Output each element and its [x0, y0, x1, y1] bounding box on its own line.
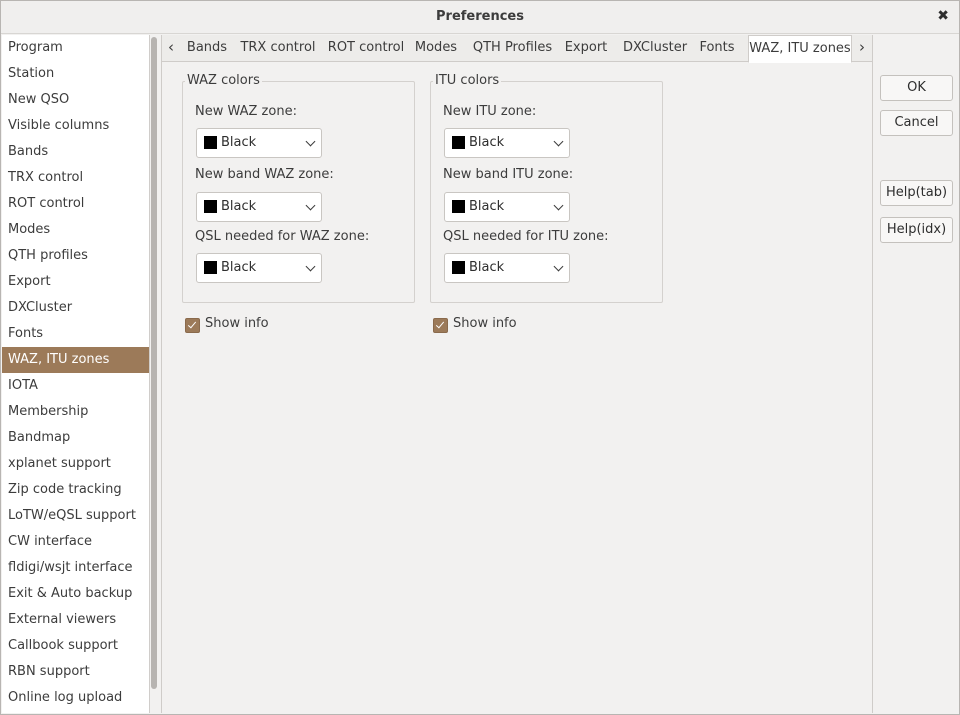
- waz-new-zone-value: Black: [221, 135, 257, 150]
- sidebar-item[interactable]: Program: [2, 35, 149, 61]
- color-swatch: [204, 200, 217, 213]
- sidebar-item[interactable]: CW interface: [2, 529, 149, 555]
- sidebar-scrollbar[interactable]: [151, 37, 157, 689]
- itu-new-zone-label: New ITU zone:: [443, 104, 537, 119]
- waz-qsl-select[interactable]: Black: [196, 253, 322, 283]
- itu-show-info-checkbox[interactable]: [433, 318, 448, 333]
- sidebar-item[interactable]: RBN support: [2, 659, 149, 685]
- sidebar-item[interactable]: ROT control: [2, 191, 149, 217]
- color-swatch: [452, 261, 465, 274]
- sidebar-item[interactable]: Callbook support: [2, 633, 149, 659]
- tab-bar: ‹ Bands TRX control ROT control Modes QTH Pr…: [162, 35, 872, 63]
- content-panel: ‹ Bands TRX control ROT control Modes QTH Pr…: [161, 35, 873, 713]
- sidebar-item[interactable]: Fonts: [2, 321, 149, 347]
- itu-new-zone-select[interactable]: Black: [444, 128, 570, 158]
- waz-qsl-value: Black: [221, 260, 257, 275]
- sidebar-item[interactable]: Bands: [2, 139, 149, 165]
- waz-show-info-checkbox[interactable]: [185, 318, 200, 333]
- check-icon: [435, 319, 445, 329]
- tab-scroll-right-icon[interactable]: ›: [859, 38, 865, 56]
- tab-dxcluster[interactable]: DXCluster: [621, 35, 689, 61]
- itu-new-band-value: Black: [469, 199, 505, 214]
- tab-scroll-left-icon[interactable]: ‹: [168, 38, 174, 56]
- waz-qsl-label: QSL needed for WAZ zone:: [195, 229, 370, 244]
- ok-button[interactable]: OK: [880, 75, 953, 101]
- chevron-down-icon: [305, 200, 316, 211]
- waz-show-info-label: Show info: [205, 316, 269, 331]
- itu-qsl-select[interactable]: Black: [444, 253, 570, 283]
- sidebar-item[interactable]: Export: [2, 269, 149, 295]
- sidebar-item[interactable]: Station: [2, 61, 149, 87]
- sidebar-item[interactable]: WAZ, ITU zones: [2, 347, 149, 373]
- waz-new-band-label: New band WAZ zone:: [195, 167, 334, 182]
- itu-qsl-label: QSL needed for ITU zone:: [443, 229, 609, 244]
- help-idx-button[interactable]: Help(idx): [880, 217, 953, 243]
- sidebar-item[interactable]: TRX control: [2, 165, 149, 191]
- sidebar: Program Station New QSO Visible columns Band…: [2, 35, 150, 713]
- sidebar-item[interactable]: Zip code tracking: [2, 477, 149, 503]
- itu-new-zone-value: Black: [469, 135, 505, 150]
- close-icon[interactable]: ✖: [937, 8, 949, 24]
- waz-new-band-value: Black: [221, 199, 257, 214]
- sidebar-item[interactable]: IOTA: [2, 373, 149, 399]
- window-title: Preferences: [436, 9, 524, 24]
- sidebar-item[interactable]: Bandmap: [2, 425, 149, 451]
- chevron-down-icon: [553, 261, 564, 272]
- sidebar-item[interactable]: QTH profiles: [2, 243, 149, 269]
- preferences-window: Preferences ✖ Program Station New QSO Visib…: [0, 0, 960, 715]
- color-swatch: [452, 136, 465, 149]
- chevron-down-icon: [553, 200, 564, 211]
- tab-bands[interactable]: Bands: [182, 35, 232, 61]
- tab-modes[interactable]: Modes: [413, 35, 459, 61]
- itu-group-title: ITU colors: [433, 73, 502, 88]
- chevron-down-icon: [305, 136, 316, 147]
- sidebar-item[interactable]: DXCluster: [2, 295, 149, 321]
- sidebar-item[interactable]: Modes: [2, 217, 149, 243]
- sidebar-item[interactable]: fldigi/wsjt interface: [2, 555, 149, 581]
- help-tab-button[interactable]: Help(tab): [880, 180, 953, 206]
- waz-new-band-select[interactable]: Black: [196, 192, 322, 222]
- tab-waz-itu-zones[interactable]: WAZ, ITU zones: [748, 35, 852, 63]
- sidebar-item[interactable]: Exit & Auto backup: [2, 581, 149, 607]
- title-bar: Preferences ✖: [1, 1, 959, 34]
- waz-group-title: WAZ colors: [185, 73, 262, 88]
- color-swatch: [204, 261, 217, 274]
- sidebar-item[interactable]: Membership: [2, 399, 149, 425]
- sidebar-item[interactable]: Online log upload: [2, 685, 149, 711]
- sidebar-item[interactable]: Visible columns: [2, 113, 149, 139]
- tab-trx-control[interactable]: TRX control: [238, 35, 318, 61]
- sidebar-item[interactable]: LoTW/eQSL support: [2, 503, 149, 529]
- chevron-down-icon: [305, 261, 316, 272]
- waz-new-zone-label: New WAZ zone:: [195, 104, 297, 119]
- itu-new-band-label: New band ITU zone:: [443, 167, 574, 182]
- cancel-button[interactable]: Cancel: [880, 110, 953, 136]
- tab-qth-profiles[interactable]: QTH Profiles: [471, 35, 554, 61]
- itu-new-band-select[interactable]: Black: [444, 192, 570, 222]
- check-icon: [187, 319, 197, 329]
- itu-show-info-label: Show info: [453, 316, 517, 331]
- color-swatch: [204, 136, 217, 149]
- sidebar-item[interactable]: New QSO: [2, 87, 149, 113]
- waz-new-zone-select[interactable]: Black: [196, 128, 322, 158]
- chevron-down-icon: [553, 136, 564, 147]
- sidebar-item[interactable]: xplanet support: [2, 451, 149, 477]
- tab-fonts[interactable]: Fonts: [696, 35, 738, 61]
- sidebar-item[interactable]: External viewers: [2, 607, 149, 633]
- tab-rot-control[interactable]: ROT control: [325, 35, 407, 61]
- itu-qsl-value: Black: [469, 260, 505, 275]
- color-swatch: [452, 200, 465, 213]
- tab-export[interactable]: Export: [563, 35, 609, 61]
